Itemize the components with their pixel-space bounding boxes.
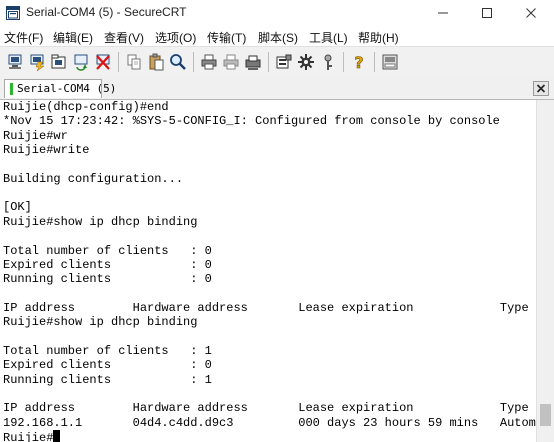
terminal-line: Total number of clients : 0 — [3, 243, 212, 258]
tab-bar: Serial-COM4 (5) — [0, 77, 554, 100]
vertical-scrollbar[interactable] — [536, 100, 554, 442]
svg-text:?: ? — [354, 53, 363, 72]
terminal-line: Ruijie#write — [3, 143, 90, 158]
print-icon[interactable] — [199, 52, 219, 72]
connect-in-tab-icon[interactable] — [49, 52, 69, 72]
find-icon[interactable] — [168, 52, 188, 72]
menu-transfer[interactable]: 传输(T) — [207, 29, 246, 46]
toolbar-separator — [268, 52, 269, 72]
help-icon[interactable]: ? — [349, 52, 369, 72]
close-icon — [526, 8, 536, 18]
toolbar-separator — [193, 52, 194, 72]
menu-tools[interactable]: 工具(L) — [309, 29, 348, 46]
tab-serial-com4[interactable]: Serial-COM4 (5) — [4, 79, 116, 98]
terminal-line: Running clients : 1 — [3, 372, 212, 387]
tab-label: Serial-COM4 (5) — [17, 82, 117, 95]
menu-edit[interactable]: 编辑(E) — [53, 29, 93, 46]
securecrt-app-icon — [6, 6, 20, 20]
terminal-line: Expired clients : 0 — [3, 257, 212, 272]
terminal-line: Ruijie#wr — [3, 128, 68, 143]
copy-icon[interactable] — [124, 52, 144, 72]
quick-connect-icon[interactable] — [27, 52, 47, 72]
maximize-icon — [482, 8, 492, 18]
terminal-cursor — [53, 430, 61, 442]
session-options-icon[interactable] — [274, 52, 294, 72]
terminal-line: Total number of clients : 1 — [3, 343, 212, 358]
terminal-line: Expired clients : 0 — [3, 358, 212, 373]
terminal-line: IP address Hardware address Lease expira… — [3, 300, 529, 315]
menu-view[interactable]: 查看(V) — [104, 29, 144, 46]
terminal-line: IP address Hardware address Lease expira… — [3, 401, 529, 416]
menu-script[interactable]: 脚本(S) — [258, 29, 298, 46]
terminal-line: Ruijie# — [3, 430, 61, 442]
connection-status-indicator — [10, 83, 13, 95]
window-title: Serial-COM4 (5) - SecureCRT — [26, 5, 187, 19]
toolbar: ? — [0, 46, 554, 78]
terminal-line: Ruijie#show ip dhcp binding — [3, 315, 198, 330]
terminal-line: [OK] — [3, 200, 32, 215]
maximize-button[interactable] — [465, 0, 509, 26]
menu-file[interactable]: 文件(F) — [4, 29, 43, 46]
print-setup-icon[interactable] — [243, 52, 263, 72]
menu-bar: 文件(F) 编辑(E) 查看(V) 选项(O) 传输(T) 脚本(S) 工具(L… — [0, 26, 554, 46]
connect-icon[interactable] — [5, 52, 25, 72]
menu-help[interactable]: 帮助(H) — [358, 29, 399, 46]
toolbar-separator — [118, 52, 119, 72]
minimize-icon — [438, 12, 448, 14]
menu-options[interactable]: 选项(O) — [155, 29, 196, 46]
close-tab-button[interactable] — [533, 81, 549, 96]
close-icon — [536, 84, 546, 93]
toolbar-separator — [343, 52, 344, 72]
terminal-line: Ruijie(dhcp-config)#end — [3, 100, 169, 114]
terminal-line: Ruijie#show ip dhcp binding — [3, 214, 198, 229]
close-window-button[interactable] — [509, 0, 553, 26]
disconnect-icon[interactable] — [93, 52, 113, 72]
terminal-line: Building configuration... — [3, 171, 184, 186]
keymap-icon[interactable] — [318, 52, 338, 72]
terminal-line: 192.168.1.1 04d4.c4dd.d9c3 000 days 23 h… — [3, 415, 536, 430]
terminal-line: *Nov 15 17:23:42: %SYS-5-CONFIG_I: Confi… — [3, 114, 500, 129]
terminal-output[interactable]: Ruijie(dhcp-config)#end *Nov 15 17:23:42:… — [0, 100, 536, 442]
minimize-button[interactable] — [421, 0, 465, 26]
paste-icon[interactable] — [146, 52, 166, 72]
scrollbar-thumb[interactable] — [540, 404, 551, 426]
reconnect-icon[interactable] — [71, 52, 91, 72]
terminal-line: Running clients : 0 — [3, 272, 212, 287]
global-options-icon[interactable] — [296, 52, 316, 72]
sftp-icon[interactable] — [380, 52, 400, 72]
toolbar-separator — [374, 52, 375, 72]
title-bar[interactable]: Serial-COM4 (5) - SecureCRT — [0, 0, 554, 27]
print-selection-icon[interactable] — [221, 52, 241, 72]
